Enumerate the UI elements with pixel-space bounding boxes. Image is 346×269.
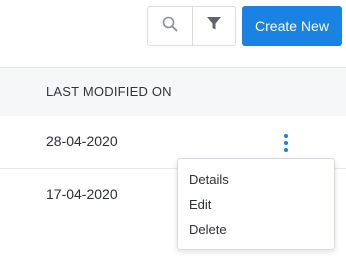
- icon-button-group: [147, 6, 236, 46]
- page: Create New LAST MODIFIED ON 28-04-2020 1…: [0, 0, 346, 269]
- more-vertical-icon[interactable]: [281, 134, 291, 152]
- column-header-last-modified[interactable]: LAST MODIFIED ON: [46, 84, 172, 99]
- search-icon: [162, 16, 178, 37]
- menu-item-edit[interactable]: Edit: [178, 192, 334, 217]
- toolbar: [147, 6, 236, 46]
- kebab-dot: [284, 134, 288, 138]
- filter-icon: [206, 16, 222, 36]
- table-header: LAST MODIFIED ON: [0, 67, 346, 117]
- filter-button[interactable]: [193, 7, 235, 45]
- row-actions-menu: Details Edit Delete: [177, 158, 335, 250]
- menu-item-delete[interactable]: Delete: [178, 217, 334, 242]
- kebab-dot: [284, 141, 288, 145]
- kebab-dot: [284, 148, 288, 152]
- create-new-button[interactable]: Create New: [242, 6, 342, 46]
- last-modified-cell: 28-04-2020: [46, 133, 118, 149]
- search-button[interactable]: [148, 7, 193, 45]
- menu-item-details[interactable]: Details: [178, 167, 334, 192]
- last-modified-cell: 17-04-2020: [46, 186, 118, 202]
